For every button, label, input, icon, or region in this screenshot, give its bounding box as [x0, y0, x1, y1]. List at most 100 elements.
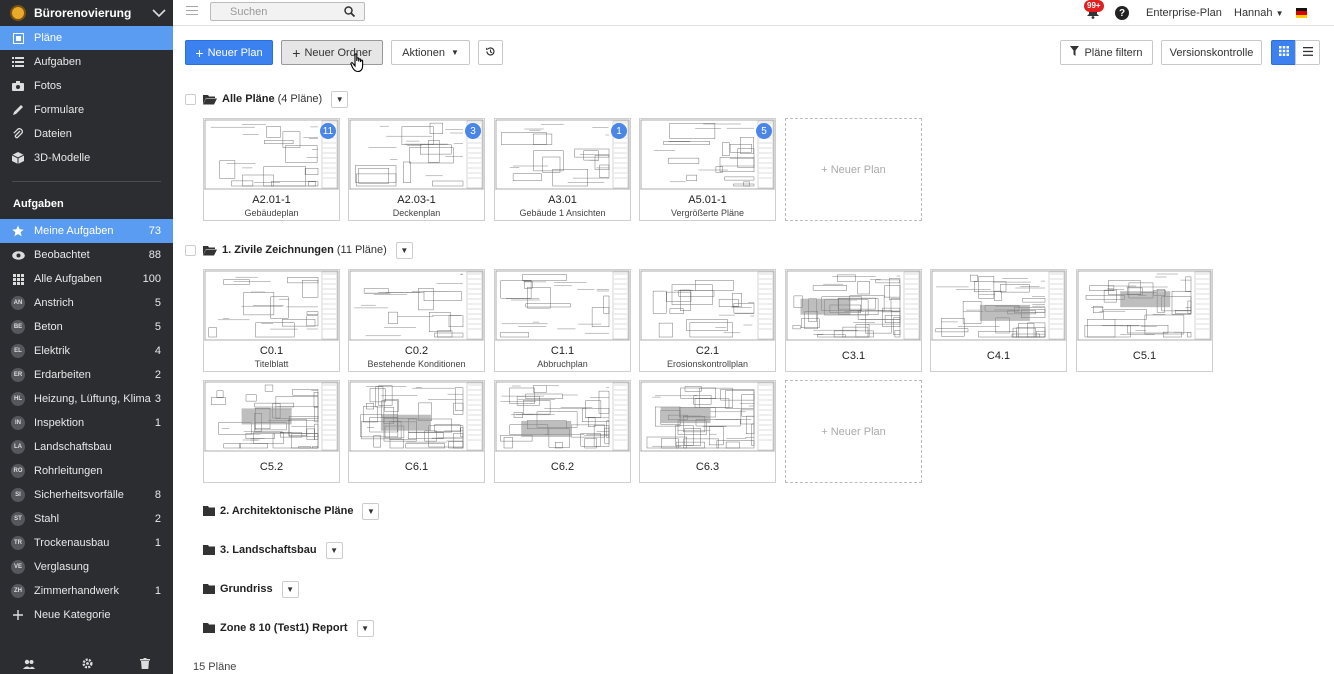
folder-zone-report[interactable]: Zone 8 10 (Test1) Report ▼ [203, 618, 374, 638]
plan-thumbnail[interactable] [204, 381, 339, 452]
plan-thumbnail[interactable] [786, 270, 921, 341]
plan-card[interactable]: C4.1 [930, 269, 1067, 372]
plan-card[interactable]: C3.1 [785, 269, 922, 372]
plan-card[interactable]: C0.1 Titelblatt [203, 269, 340, 372]
new-category-button[interactable]: Neue Kategorie [0, 603, 173, 627]
history-button[interactable] [478, 40, 503, 65]
folder-menu-dropdown[interactable]: ▼ [331, 90, 349, 108]
folder-all-plans[interactable]: Alle Pläne (4 Pläne) ▼ [185, 89, 349, 109]
search-icon[interactable] [344, 6, 356, 20]
folder-checkbox[interactable] [185, 244, 196, 256]
folder-menu-dropdown[interactable]: ▼ [362, 502, 380, 520]
plan-thumbnail[interactable] [204, 270, 339, 341]
help-icon[interactable]: ? [1115, 6, 1129, 20]
task-count-badge[interactable]: 1 [611, 123, 627, 139]
sidebar-item-category[interactable]: VE Verglasung [0, 555, 173, 579]
sidebar-item-photos[interactable]: Fotos [0, 74, 173, 98]
new-folder-button[interactable]: + Neuer Ordner [281, 40, 383, 65]
plan-thumbnail[interactable] [349, 119, 484, 190]
sidebar-item-category[interactable]: AN Anstrich 5 [0, 291, 173, 315]
version-control-button[interactable]: Versionskontrolle [1161, 40, 1262, 65]
chevron-down-icon[interactable] [145, 9, 173, 17]
grid-view-toggle[interactable] [1271, 40, 1296, 65]
sidebar-item-category[interactable]: SI Sicherheitsvorfälle 8 [0, 483, 173, 507]
actions-dropdown[interactable]: Aktionen ▼ [391, 40, 470, 65]
category-badge: TR [11, 536, 25, 550]
folder-menu-dropdown[interactable]: ▼ [281, 580, 299, 598]
sidebar-item-forms[interactable]: Formulare [0, 98, 173, 122]
user-menu[interactable]: Hannah ▼ [1234, 7, 1284, 19]
plan-card[interactable]: C6.3 [639, 380, 776, 483]
sidebar-item-files[interactable]: Dateien [0, 122, 173, 146]
plan-thumbnail[interactable] [1077, 270, 1212, 341]
new-plan-button[interactable]: + Neuer Plan [185, 40, 273, 65]
plan-thumbnail[interactable] [349, 270, 484, 341]
plan-card[interactable]: C6.2 [494, 380, 631, 483]
plan-thumbnail[interactable] [495, 119, 630, 190]
plan-card[interactable]: C0.2 Bestehende Konditionen [348, 269, 485, 372]
list-view-toggle[interactable] [1295, 40, 1320, 65]
folder-landscaping[interactable]: 3. Landschaftsbau ▼ [203, 540, 343, 560]
sidebar-item-plans[interactable]: Pläne [0, 26, 173, 50]
users-icon[interactable] [23, 659, 36, 672]
plan-thumbnail[interactable] [204, 119, 339, 190]
folder-checkbox[interactable] [185, 93, 196, 105]
folder-civil-drawings[interactable]: 1. Zivile Zeichnungen (11 Pläne) ▼ [185, 240, 413, 260]
plan-card[interactable]: A5.01-1 Vergrößerte Pläne 5 [639, 118, 776, 221]
sidebar-item-category[interactable]: ER Erdarbeiten 2 [0, 363, 173, 387]
plan-code: C0.2 [404, 345, 429, 357]
trash-icon[interactable] [139, 658, 150, 672]
search-input[interactable]: Suchen [210, 2, 365, 21]
task-count-badge[interactable]: 5 [756, 123, 772, 139]
plus-icon: + [195, 44, 204, 61]
plan-thumbnail[interactable] [349, 381, 484, 452]
sidebar-item-3d-models[interactable]: 3D-Modelle [0, 146, 173, 170]
sidebar-item-category[interactable]: IN Inspektion 1 [0, 411, 173, 435]
new-plan-card[interactable]: + Neuer Plan [785, 118, 922, 221]
sidebar-item-category[interactable]: ZH Zimmerhandwerk 1 [0, 579, 173, 603]
sidebar-item-category[interactable]: TR Trockenausbau 1 [0, 531, 173, 555]
menu-icon[interactable] [186, 6, 198, 18]
plan-card[interactable]: A2.01-1 Gebäudeplan 11 [203, 118, 340, 221]
folder-floor-plan[interactable]: Grundriss ▼ [203, 579, 299, 599]
sidebar-item-category[interactable]: LA Landschaftsbau [0, 435, 173, 459]
project-selector[interactable]: Bürorenovierung [0, 0, 173, 26]
sidebar-item-category[interactable]: HL Heizung, Lüftung, Klima 3 [0, 387, 173, 411]
sidebar-item-my-tasks[interactable]: Meine Aufgaben 73 [0, 219, 173, 243]
sidebar-item-category[interactable]: EL Elektrik 4 [0, 339, 173, 363]
folder-menu-dropdown[interactable]: ▼ [395, 241, 413, 259]
new-plan-card[interactable]: + Neuer Plan [785, 380, 922, 483]
sidebar-item-label: Stahl [34, 513, 60, 525]
plan-thumbnail[interactable] [495, 270, 630, 341]
plan-card[interactable]: A2.03-1 Deckenplan 3 [348, 118, 485, 221]
task-count-badge[interactable]: 3 [465, 123, 481, 139]
category-abbr: ZH [11, 584, 25, 598]
plan-thumbnail[interactable] [640, 381, 775, 452]
plan-card[interactable]: C5.1 [1076, 269, 1213, 372]
cube-icon [11, 151, 25, 165]
sidebar-item-watched[interactable]: Beobachtet 88 [0, 243, 173, 267]
plan-card[interactable]: C1.1 Abbruchplan [494, 269, 631, 372]
sidebar-item-category[interactable]: ST Stahl 2 [0, 507, 173, 531]
plan-thumbnail[interactable] [640, 270, 775, 341]
plan-card[interactable]: C6.1 [348, 380, 485, 483]
category-badge: BE [11, 320, 25, 334]
plan-thumbnail[interactable] [640, 119, 775, 190]
plan-thumbnail[interactable] [931, 270, 1066, 341]
plan-card[interactable]: A3.01 Gebäude 1 Ansichten 1 [494, 118, 631, 221]
sidebar-item-category[interactable]: BE Beton 5 [0, 315, 173, 339]
task-count-badge[interactable]: 11 [320, 123, 336, 139]
sidebar-item-category[interactable]: RO Rohrleitungen [0, 459, 173, 483]
plan-card[interactable]: C5.2 [203, 380, 340, 483]
flag-de-icon[interactable] [1296, 8, 1307, 18]
gear-icon[interactable] [82, 658, 93, 672]
folder-menu-dropdown[interactable]: ▼ [325, 541, 343, 559]
plan-thumbnail[interactable] [495, 381, 630, 452]
filter-plans-button[interactable]: Pläne filtern [1060, 40, 1153, 65]
folder-menu-dropdown[interactable]: ▼ [356, 619, 374, 637]
plan-card[interactable]: C2.1 Erosionskontrollplan [639, 269, 776, 372]
sidebar-item-all-tasks[interactable]: Alle Aufgaben 100 [0, 267, 173, 291]
sidebar-item-tasks[interactable]: Aufgaben [0, 50, 173, 74]
plan-link[interactable]: Enterprise-Plan [1146, 7, 1222, 19]
folder-architectural-plans[interactable]: 2. Architektonische Pläne ▼ [203, 501, 380, 521]
